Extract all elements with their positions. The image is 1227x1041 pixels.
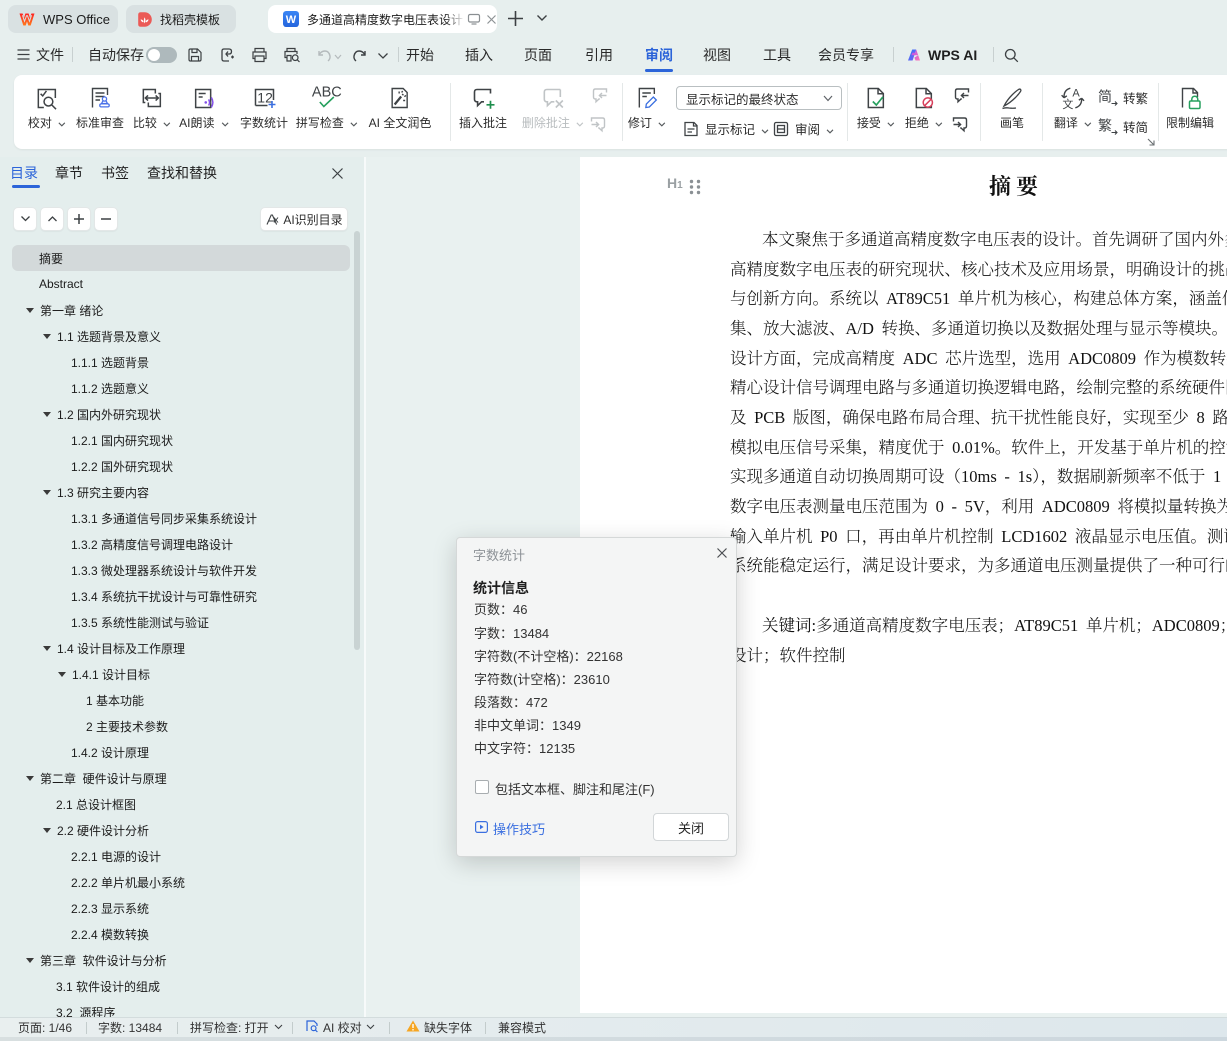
svg-text:W: W xyxy=(286,14,297,26)
svg-text:简: 简 xyxy=(1098,88,1112,107)
svg-text:ABC: ABC xyxy=(312,85,342,101)
svg-text:繁: 繁 xyxy=(1098,117,1112,136)
svg-text:12: 12 xyxy=(257,90,273,106)
svg-text:A: A xyxy=(1073,88,1081,100)
svg-text:文: 文 xyxy=(1063,96,1074,111)
